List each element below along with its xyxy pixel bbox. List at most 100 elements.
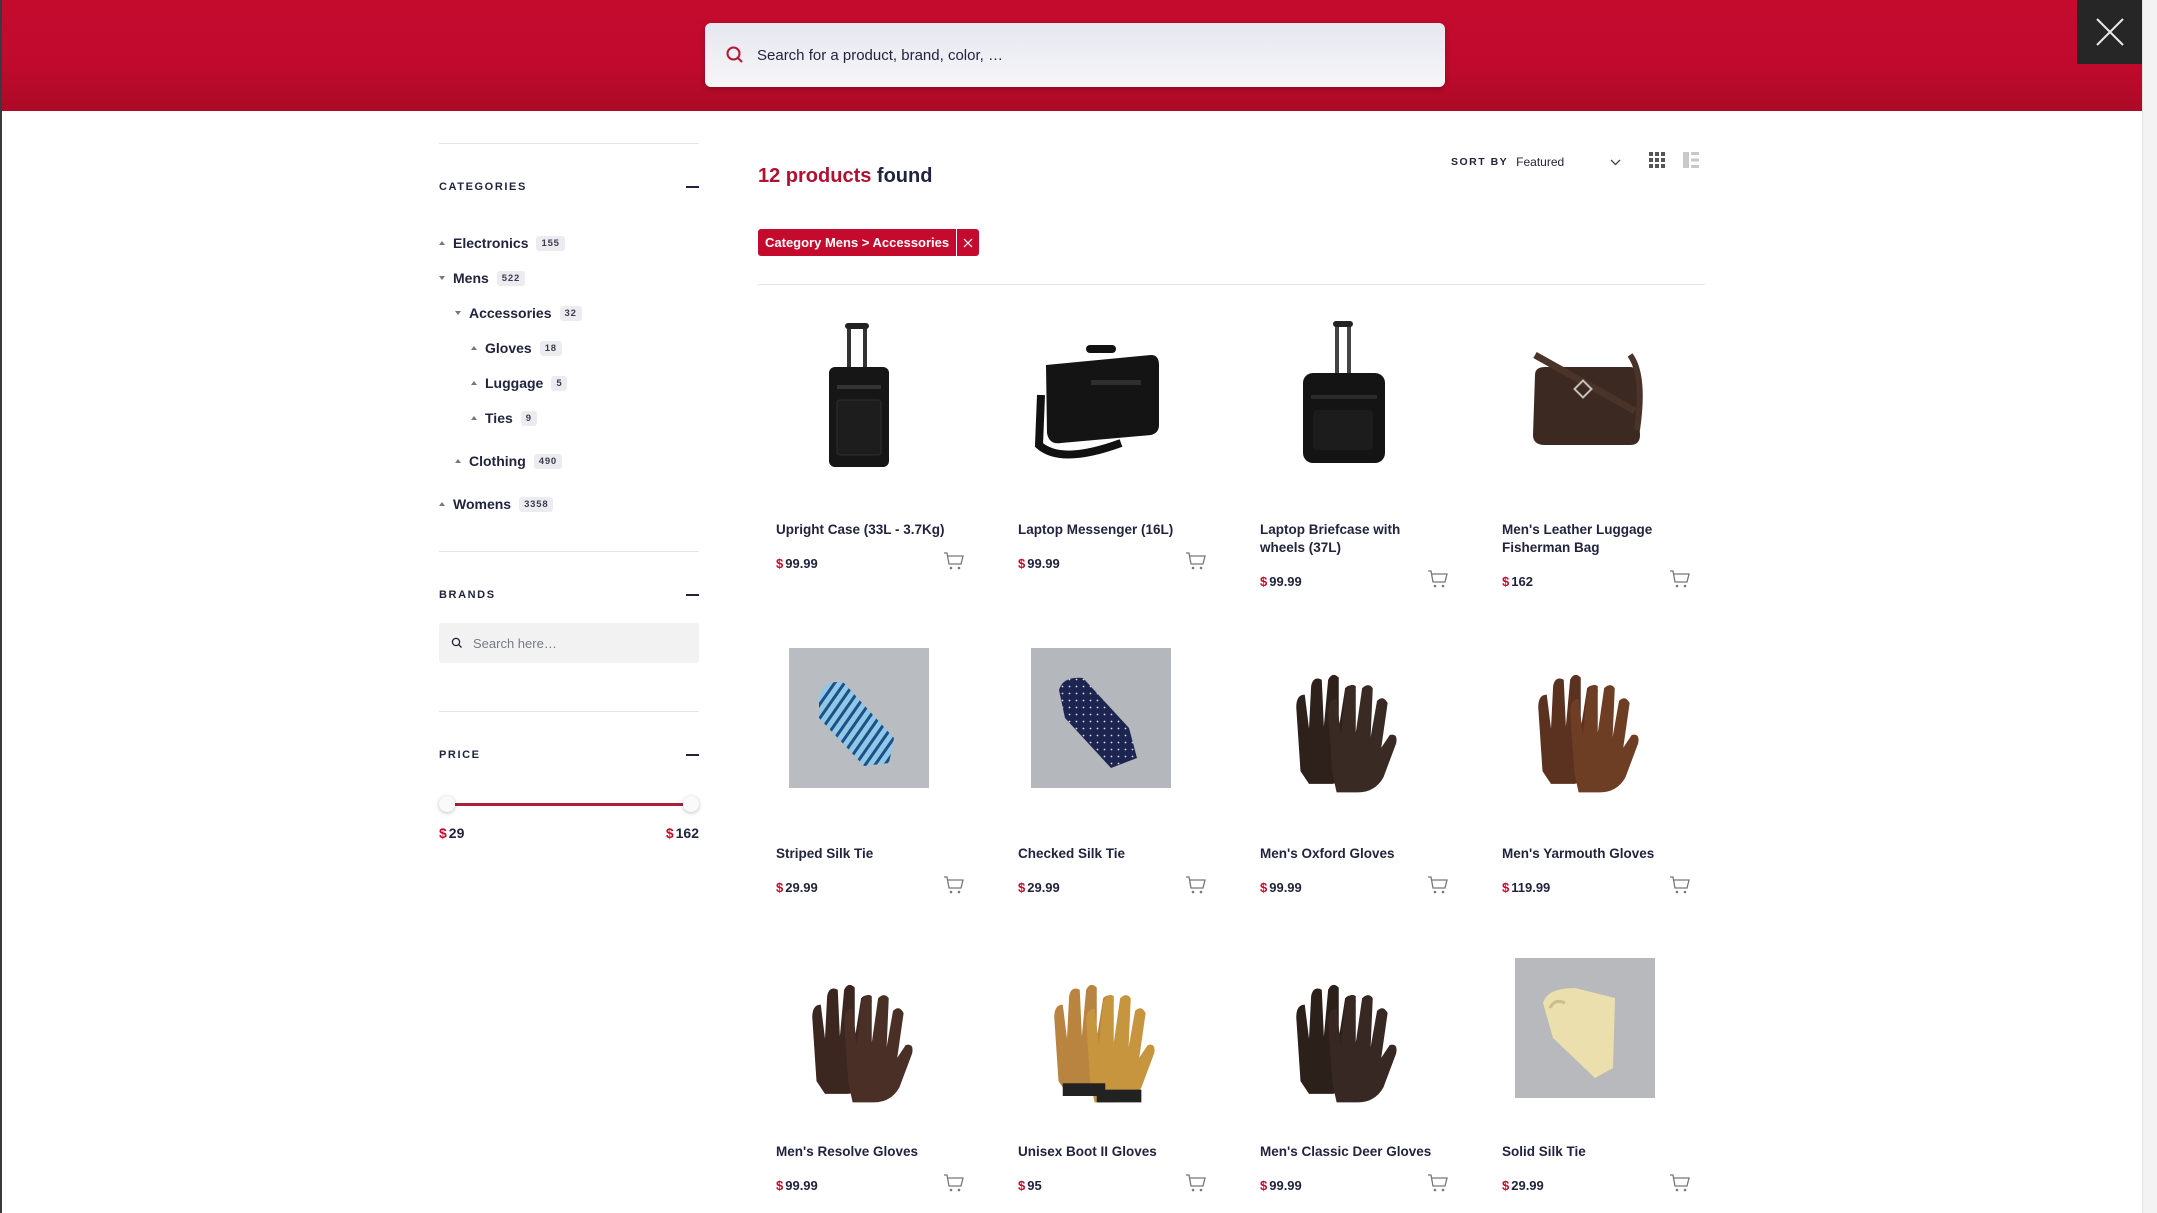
product-image[interactable]	[1243, 315, 1443, 485]
add-to-cart-button[interactable]	[1427, 569, 1449, 589]
add-to-cart-button[interactable]	[1427, 1173, 1449, 1193]
product-image[interactable]	[759, 633, 959, 803]
product-price: $99.99	[1018, 556, 1060, 571]
slider-min-handle[interactable]	[439, 796, 455, 812]
sort-label: SORT BY	[1451, 156, 1509, 168]
product-image[interactable]	[1001, 943, 1201, 1113]
add-to-cart-button[interactable]	[1185, 875, 1207, 895]
category-count-badge: 3358	[519, 496, 554, 512]
product-name[interactable]: Men's Resolve Gloves	[776, 1143, 951, 1161]
product-price: $119.99	[1502, 880, 1550, 895]
product-image[interactable]	[1485, 315, 1685, 485]
category-item[interactable]: Electronics 155	[439, 233, 565, 253]
add-to-cart-button[interactable]	[943, 875, 965, 895]
cart-icon	[944, 876, 964, 894]
category-item[interactable]: Womens 3358	[439, 494, 554, 514]
collapse-icon[interactable]	[686, 186, 699, 188]
scrollbar-track[interactable]	[2142, 0, 2157, 1213]
add-to-cart-button[interactable]	[943, 551, 965, 571]
sort-value: Featured	[1516, 155, 1565, 169]
category-item[interactable]: Clothing 490	[455, 451, 563, 471]
product-image[interactable]	[759, 943, 959, 1113]
collapse-icon[interactable]	[686, 594, 699, 596]
product-name[interactable]: Laptop Briefcase with wheels (37L)	[1260, 521, 1435, 557]
product-image[interactable]	[1001, 633, 1201, 803]
currency-symbol: $	[1260, 880, 1268, 895]
product-name[interactable]: Men's Classic Deer Gloves	[1260, 1143, 1435, 1161]
product-count: 12 products	[758, 165, 872, 187]
search-input[interactable]	[757, 46, 1397, 64]
category-count-badge: 522	[496, 270, 526, 286]
search-icon	[726, 46, 743, 63]
price-header[interactable]: PRICE	[439, 745, 699, 765]
price-value: 99.99	[1269, 1178, 1302, 1193]
window-edge	[0, 0, 2, 1213]
product-image[interactable]	[1243, 943, 1443, 1113]
add-to-cart-button[interactable]	[1669, 875, 1691, 895]
divider	[758, 284, 1705, 285]
list-view-icon[interactable]	[1683, 152, 1699, 168]
category-label: Gloves	[485, 340, 532, 356]
product-image[interactable]	[1243, 633, 1443, 803]
add-to-cart-button[interactable]	[943, 1173, 965, 1193]
add-to-cart-button[interactable]	[1669, 1173, 1691, 1193]
brand-search-input[interactable]	[473, 635, 673, 651]
product-image[interactable]	[1485, 633, 1685, 803]
category-item[interactable]: Accessories 32	[455, 303, 582, 323]
product-name[interactable]: Men's Leather Luggage Fisherman Bag	[1502, 521, 1677, 557]
slider-max-handle[interactable]	[683, 796, 699, 812]
price-value: 29.99	[785, 880, 818, 895]
category-item[interactable]: Luggage 5	[471, 373, 568, 393]
product-image[interactable]	[1485, 943, 1685, 1113]
add-to-cart-button[interactable]	[1669, 569, 1691, 589]
product-name[interactable]: Striped Silk Tie	[776, 845, 951, 863]
price-value: 99.99	[1269, 880, 1302, 895]
price-max-label: $162	[666, 825, 699, 841]
search-box[interactable]	[705, 23, 1445, 87]
product-price: $99.99	[1260, 1178, 1302, 1193]
product-name[interactable]: Men's Yarmouth Gloves	[1502, 845, 1677, 863]
price-title: PRICE	[439, 749, 481, 761]
price-value: 119.99	[1511, 880, 1551, 895]
collapse-icon[interactable]	[686, 754, 699, 756]
caret-up-icon	[471, 381, 477, 385]
remove-filter-button[interactable]	[956, 229, 980, 256]
categories-header[interactable]: CATEGORIES	[439, 177, 699, 197]
product-name[interactable]: Men's Oxford Gloves	[1260, 845, 1435, 863]
product-price: $99.99	[1260, 880, 1302, 895]
product-name[interactable]: Checked Silk Tie	[1018, 845, 1193, 863]
category-item[interactable]: Mens 522	[439, 268, 526, 288]
currency-symbol: $	[1018, 1178, 1026, 1193]
grid-view-icon[interactable]	[1649, 152, 1665, 168]
category-label: Luggage	[485, 375, 544, 391]
category-item[interactable]: Gloves 18	[471, 338, 562, 358]
currency-symbol: $	[1018, 556, 1026, 571]
product-image[interactable]	[759, 315, 959, 485]
product-name[interactable]: Solid Silk Tie	[1502, 1143, 1677, 1161]
sort-control: SORT BY Featured	[1451, 152, 1621, 172]
add-to-cart-button[interactable]	[1427, 875, 1449, 895]
product-price: $99.99	[776, 556, 818, 571]
add-to-cart-button[interactable]	[1185, 551, 1207, 571]
sort-select[interactable]: Featured	[1516, 155, 1621, 169]
brand-search-box[interactable]	[439, 623, 699, 663]
product-price: $162	[1502, 574, 1533, 589]
product-image[interactable]	[1001, 315, 1201, 485]
divider	[439, 143, 699, 144]
cart-icon	[1670, 876, 1690, 894]
price-range-slider[interactable]	[439, 794, 699, 814]
currency-symbol: $	[776, 1178, 784, 1193]
found-label: found	[871, 165, 933, 187]
add-to-cart-button[interactable]	[1185, 1173, 1207, 1193]
product-name[interactable]: Upright Case (33L - 3.7Kg)	[776, 521, 951, 539]
category-item[interactable]: Ties 9	[471, 408, 537, 428]
category-count-badge: 32	[559, 305, 582, 321]
brands-title: BRANDS	[439, 589, 496, 601]
product-name[interactable]: Laptop Messenger (16L)	[1018, 521, 1193, 539]
page: CATEGORIES Electronics 155 Mens 522 Accessor…	[0, 0, 2157, 1213]
caret-up-icon	[455, 459, 461, 463]
product-price: $29.99	[1502, 1178, 1544, 1193]
product-name[interactable]: Unisex Boot II Gloves	[1018, 1143, 1193, 1161]
brands-header[interactable]: BRANDS	[439, 585, 699, 605]
close-button[interactable]	[2077, 0, 2142, 64]
